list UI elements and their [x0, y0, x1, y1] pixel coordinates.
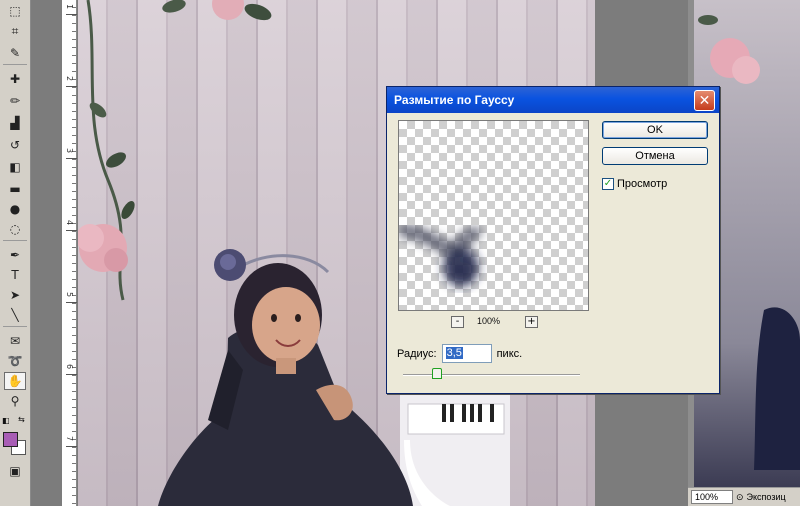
radius-unit: пикс.	[496, 347, 523, 360]
quick-mask-icon[interactable]: ▣	[4, 462, 26, 480]
default-colors-icon[interactable]: ◧	[2, 416, 10, 425]
type-tool-icon[interactable]: T	[4, 266, 26, 284]
zoom-out-button[interactable]: -	[451, 316, 464, 328]
marquee-tool-icon[interactable]: ⬚	[4, 2, 26, 20]
ruler-label: 3	[65, 148, 74, 154]
radius-row: Радиус: 3,5 пикс.	[397, 344, 522, 363]
status-info[interactable]: Экспозиц	[747, 492, 786, 502]
healing-brush-tool-icon[interactable]: ✚	[4, 70, 26, 88]
ruler-label: 4	[65, 220, 74, 226]
path-selection-tool-icon[interactable]: ➤	[4, 286, 26, 304]
status-bar: 100% ⊙ Экспозиц	[688, 487, 800, 506]
radius-slider-thumb[interactable]	[432, 368, 442, 379]
pen-tool-icon[interactable]: ✒	[4, 246, 26, 264]
foreground-color-swatch[interactable]	[3, 432, 18, 447]
clone-stamp-tool-icon[interactable]: ▟	[4, 114, 26, 132]
preview-checkbox-row[interactable]: ✓ Просмотр	[602, 178, 667, 190]
photoshop-window: ⬚ ⌗ ✎ ✚ ✏ ▟ ↺ ◧ ▬ ● ◌ ✒ T ➤ ╲ ✉ ➰ ✋ ⚲ ◧ …	[0, 0, 800, 506]
gradient-tool-icon[interactable]: ▬	[4, 180, 26, 198]
notes-tool-icon[interactable]: ✉	[4, 332, 26, 350]
ruler-label: 7	[65, 436, 74, 442]
workspace-gap	[31, 0, 62, 506]
line-tool-icon[interactable]: ╲	[4, 306, 26, 324]
zoom-percent: 100%	[477, 316, 501, 326]
toolbox: ⬚ ⌗ ✎ ✚ ✏ ▟ ↺ ◧ ▬ ● ◌ ✒ T ➤ ╲ ✉ ➰ ✋ ⚲ ◧ …	[0, 0, 31, 506]
ruler-label: 1	[65, 4, 74, 10]
preview-pane[interactable]	[398, 120, 589, 311]
preview-image	[399, 223, 484, 287]
gaussian-blur-dialog: Размытие по Гауссу ✕ - 100% + OK Отмена …	[386, 86, 720, 394]
ok-button[interactable]: OK	[602, 121, 708, 139]
radius-label: Радиус:	[397, 347, 437, 360]
swap-colors-icon[interactable]: ⇆	[18, 415, 25, 424]
crop-tool-icon[interactable]: ⌗	[4, 22, 26, 40]
preview-checkbox[interactable]: ✓	[602, 178, 614, 190]
ruler-label: 2	[65, 76, 74, 82]
radius-slider-track[interactable]	[403, 374, 580, 376]
ruler-label: 5	[65, 292, 74, 298]
eraser-tool-icon[interactable]: ◧	[4, 158, 26, 176]
eyedropper-tool-icon[interactable]: ✎	[4, 44, 26, 62]
lasso-tool-icon[interactable]: ➰	[4, 352, 26, 370]
cancel-button[interactable]: Отмена	[602, 147, 708, 165]
blur-tool-icon[interactable]: ●	[4, 200, 26, 218]
zoom-tool-icon[interactable]: ⚲	[4, 392, 26, 410]
preview-label: Просмотр	[617, 178, 668, 190]
radius-input[interactable]: 3,5	[441, 344, 492, 363]
dialog-title: Размытие по Гауссу	[394, 93, 515, 107]
radius-value: 3,5	[445, 347, 463, 359]
status-zoom-field[interactable]: 100%	[691, 490, 733, 504]
brush-tool-icon[interactable]: ✏	[4, 92, 26, 110]
close-button[interactable]: ✕	[694, 90, 715, 111]
ruler-label: 6	[65, 364, 74, 370]
zoom-in-button[interactable]: +	[525, 316, 538, 328]
status-menu-icon[interactable]: ⊙	[736, 492, 744, 503]
dodge-tool-icon[interactable]: ◌	[4, 220, 26, 238]
dialog-titlebar[interactable]: Размытие по Гауссу	[387, 87, 719, 113]
history-brush-tool-icon[interactable]: ↺	[4, 136, 26, 154]
hand-tool-icon[interactable]: ✋	[4, 372, 26, 390]
